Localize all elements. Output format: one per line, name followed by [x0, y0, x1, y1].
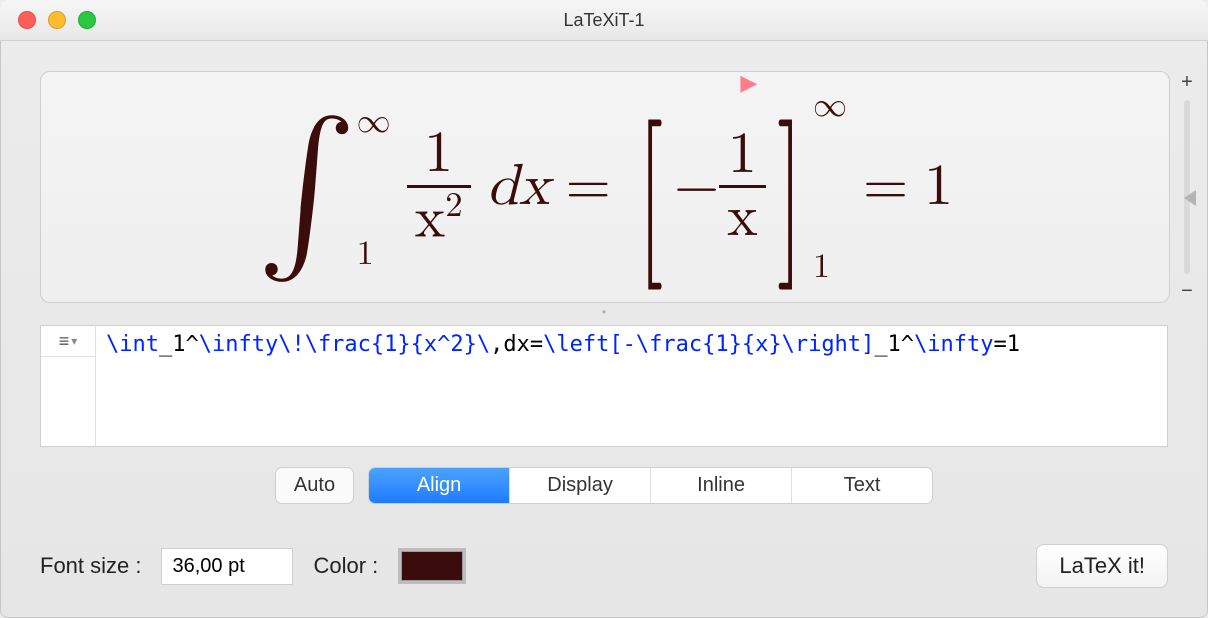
frac-num: 1 — [416, 124, 461, 185]
tab-display[interactable]: Display — [510, 468, 651, 503]
fraction-result: 1 x — [719, 125, 766, 250]
font-size-label: Font size : — [40, 553, 141, 579]
bracket-limits: ∞ 1 — [813, 146, 847, 228]
zoom-out-button[interactable]: − — [1181, 280, 1193, 303]
color-well[interactable] — [398, 548, 466, 584]
minimize-icon[interactable] — [48, 11, 66, 29]
zoom-icon[interactable] — [78, 11, 96, 29]
integral-upper: ∞ — [357, 105, 391, 139]
frac-den: x2 — [407, 188, 471, 250]
close-icon[interactable] — [18, 11, 36, 29]
equals: = — [566, 152, 611, 222]
left-bracket-icon: [ — [637, 134, 663, 256]
window-controls — [0, 11, 96, 29]
integral-symbol: ∫ — [257, 131, 357, 251]
zoom-thumb-icon[interactable] — [1184, 190, 1196, 206]
editor-gutter: ≡▾ — [40, 325, 96, 447]
color-label: Color : — [313, 553, 378, 579]
result: 1 — [924, 152, 953, 222]
equals-2: = — [863, 152, 908, 222]
window-title: LaTeXiT-1 — [0, 10, 1208, 31]
bracket-block: [ − 1 x ] ∞ 1 — [627, 125, 847, 250]
app-window: LaTeXiT-1 ▶ ∫ ∞ 1 1 x2 — [0, 0, 1208, 618]
tab-align[interactable]: Align — [369, 468, 510, 503]
template-menu-button[interactable]: ≡▾ — [41, 326, 95, 357]
titlebar: LaTeXiT-1 — [0, 0, 1208, 41]
split-handle-icon[interactable]: • — [0, 305, 1208, 319]
latex-source-editor[interactable]: \int_1^\infty\!\frac{1}{x^2}\,dx=\left[-… — [96, 325, 1168, 447]
rendered-equation: ∫ ∞ 1 1 x2 dx = [ − — [257, 124, 953, 250]
font-size-input[interactable] — [161, 548, 293, 585]
fraction-integrand: 1 x2 — [407, 124, 471, 250]
zoom-slider: + − — [1174, 71, 1200, 303]
tab-text[interactable]: Text — [792, 468, 932, 503]
integral-lower: 1 — [357, 237, 374, 271]
preview-panel[interactable]: ▶ ∫ ∞ 1 1 x2 dx = — [40, 71, 1170, 303]
editor-row: ≡▾ \int_1^\infty\!\frac{1}{x^2}\,dx=\lef… — [40, 325, 1168, 447]
footer-row: Font size : Color : LaTeX it! — [40, 544, 1168, 588]
preview-row: ▶ ∫ ∞ 1 1 x2 dx = — [0, 41, 1208, 303]
neg: − — [674, 152, 719, 222]
integral-limits: ∞ 1 — [357, 153, 391, 221]
integral-block: ∫ ∞ 1 — [257, 127, 391, 247]
dx: dx — [487, 152, 550, 222]
mode-segmented: Align Display Inline Text — [368, 467, 933, 504]
tab-inline[interactable]: Inline — [651, 468, 792, 503]
zoom-track[interactable] — [1184, 100, 1190, 274]
chevron-down-icon: ▾ — [71, 334, 77, 348]
mode-row: Auto Align Display Inline Text — [40, 467, 1168, 504]
auto-button[interactable]: Auto — [275, 467, 354, 504]
latex-it-button[interactable]: LaTeX it! — [1036, 544, 1168, 588]
zoom-in-button[interactable]: + — [1181, 71, 1193, 94]
menu-icon: ≡ — [59, 331, 70, 352]
right-bracket-icon: ] — [776, 134, 802, 256]
baseline-marker-icon[interactable]: ▶ — [740, 71, 757, 96]
